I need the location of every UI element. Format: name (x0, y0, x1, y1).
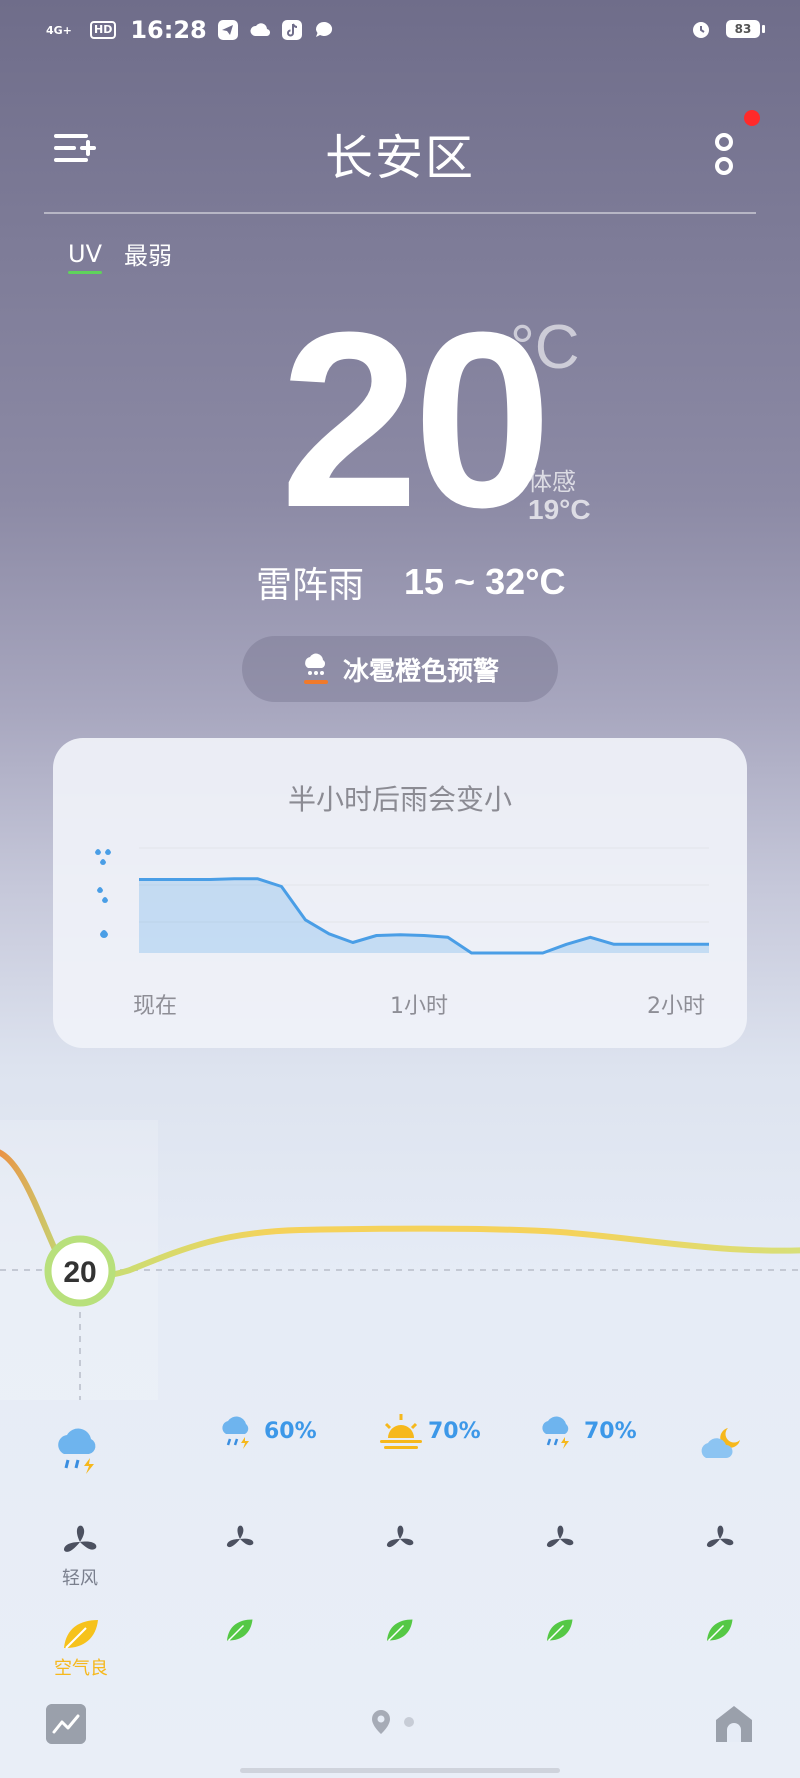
hd-badge: HD (90, 21, 117, 39)
weather-condition: 雷阵雨 (256, 565, 365, 606)
thunder-rain-icon (58, 1428, 96, 1474)
network-indicator: 4G+ (46, 23, 72, 37)
moderate-rain-level-icon (97, 887, 108, 903)
thunder-rain-icon (222, 1416, 249, 1449)
current-temperature: 20 (280, 280, 552, 559)
leaf-icon (64, 1620, 98, 1649)
home-icon[interactable] (712, 1702, 756, 1746)
light-rain-level-icon (100, 930, 108, 938)
feels-like-value: 19°C (528, 494, 591, 525)
leaf-icon (227, 1619, 253, 1642)
fan-icon (386, 1525, 414, 1548)
cloud-icon (250, 23, 270, 37)
more-options-icon[interactable] (706, 126, 742, 182)
cloudy-night-icon (701, 1428, 740, 1458)
current-temp-marker-label: 20 (63, 1256, 96, 1289)
sunset-icon (380, 1414, 422, 1449)
notification-dot (744, 110, 760, 126)
city-title: 长安区 (324, 130, 475, 186)
page-indicator (370, 1708, 414, 1736)
uv-value: 最弱 (123, 242, 172, 270)
heavy-rain-level-icon (95, 849, 111, 865)
x-tick-label: 1小时 (390, 994, 448, 1019)
fan-icon (64, 1525, 97, 1552)
leaf-icon (707, 1619, 733, 1642)
uv-index[interactable]: UV 最弱 (68, 236, 172, 274)
thunder-rain-icon (542, 1416, 569, 1449)
hail-icon (303, 653, 328, 684)
alert-text: 冰雹橙色预警 (342, 656, 499, 687)
temperature-unit: °C (510, 313, 580, 382)
hourly-forecast[interactable]: 轻风 空气良 60% 70% 70% (0, 1410, 800, 1700)
precipitation-chance: 70% (584, 1418, 637, 1444)
fan-icon (226, 1525, 254, 1548)
leaf-icon (387, 1619, 413, 1642)
location-pin-icon (372, 1710, 390, 1734)
bottom-bar (0, 1700, 800, 1778)
x-tick-label: 2小时 (647, 994, 705, 1019)
x-tick-label: 现在 (133, 994, 178, 1019)
battery-indicator: 83 (726, 20, 765, 38)
precipitation-card[interactable]: 半小时后雨会变小 现在 1小时 2小时 (53, 738, 747, 1048)
wind-label: 轻风 (62, 1568, 98, 1589)
message-icon (315, 21, 332, 37)
fan-icon (546, 1525, 574, 1548)
precipitation-chart (95, 847, 709, 955)
header: 长安区 (0, 100, 800, 200)
precipitation-chance: 60% (264, 1418, 317, 1444)
page-dot (404, 1717, 414, 1727)
tiktok-icon (281, 20, 302, 40)
temperature-range: 15 ~ 32°C (404, 561, 566, 602)
feels-like-label: 体感 (528, 468, 576, 496)
condition-row: 雷阵雨 15 ~ 32°C (256, 556, 566, 608)
precipitation-summary: 半小时后雨会变小 (287, 783, 512, 816)
leaf-icon (547, 1619, 573, 1642)
telegram-icon (217, 20, 238, 40)
weather-alert-button[interactable]: 冰雹橙色预警 (242, 636, 558, 702)
header-divider (44, 212, 756, 214)
home-indicator[interactable] (240, 1768, 560, 1773)
trend-chart-icon[interactable] (46, 1704, 86, 1744)
precipitation-area (139, 878, 709, 953)
status-bar: 4G+ HD 16:28 83 (0, 0, 800, 64)
hourly-temperature-curve[interactable]: 20 (0, 1120, 800, 1400)
air-quality-label: 空气良 (54, 1658, 108, 1679)
alarm-icon (693, 22, 709, 38)
precipitation-chance: 70% (428, 1418, 481, 1444)
fan-icon (706, 1525, 734, 1548)
status-time: 16:28 (130, 16, 207, 44)
uv-label: UV (68, 239, 102, 274)
